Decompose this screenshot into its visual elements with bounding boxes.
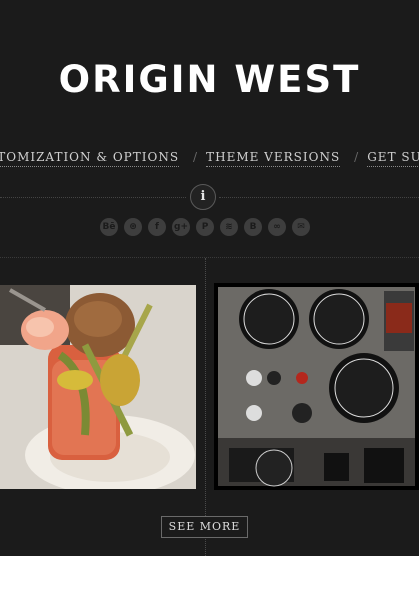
gallery-top-divider xyxy=(0,257,419,258)
photo-cockpit-gauges[interactable] xyxy=(214,283,419,490)
divider-left xyxy=(0,197,186,198)
facebook-icon[interactable]: f xyxy=(148,218,166,236)
nav-item-theme-versions[interactable]: THEME VERSIONS xyxy=(206,150,341,167)
gallery-center-divider xyxy=(205,258,206,556)
link-icon[interactable]: ∞ xyxy=(268,218,286,236)
nav-item-customization[interactable]: STOMIZATION & OPTIONS xyxy=(0,150,180,167)
email-icon[interactable]: ✉ xyxy=(292,218,310,236)
blogger-icon[interactable]: B xyxy=(244,218,262,236)
pinterest-icon[interactable]: P xyxy=(196,218,214,236)
nav-separator: / xyxy=(354,150,360,164)
dribbble-icon[interactable]: ⊛ xyxy=(124,218,142,236)
site-title[interactable]: ORIGIN WEST xyxy=(0,58,419,102)
spotify-icon[interactable]: ≋ xyxy=(220,218,238,236)
page-stage: ORIGIN WEST STOMIZATION & OPTIONS / THEME … xyxy=(0,0,419,556)
info-button[interactable]: i xyxy=(190,184,216,210)
divider-right xyxy=(219,197,419,198)
behance-icon[interactable]: Bē xyxy=(100,218,118,236)
photo-bloody-mary[interactable] xyxy=(0,285,196,489)
nav-separator: / xyxy=(193,150,199,164)
bloody-mary-image xyxy=(0,285,196,489)
nav-item-get-support[interactable]: GET SU xyxy=(367,150,419,167)
see-more-button[interactable]: SEE MORE xyxy=(161,516,248,538)
main-nav: STOMIZATION & OPTIONS / THEME VERSIONS / GET… xyxy=(0,150,419,167)
cockpit-gauges-image xyxy=(214,283,419,490)
google-plus-icon[interactable]: g+ xyxy=(172,218,190,236)
